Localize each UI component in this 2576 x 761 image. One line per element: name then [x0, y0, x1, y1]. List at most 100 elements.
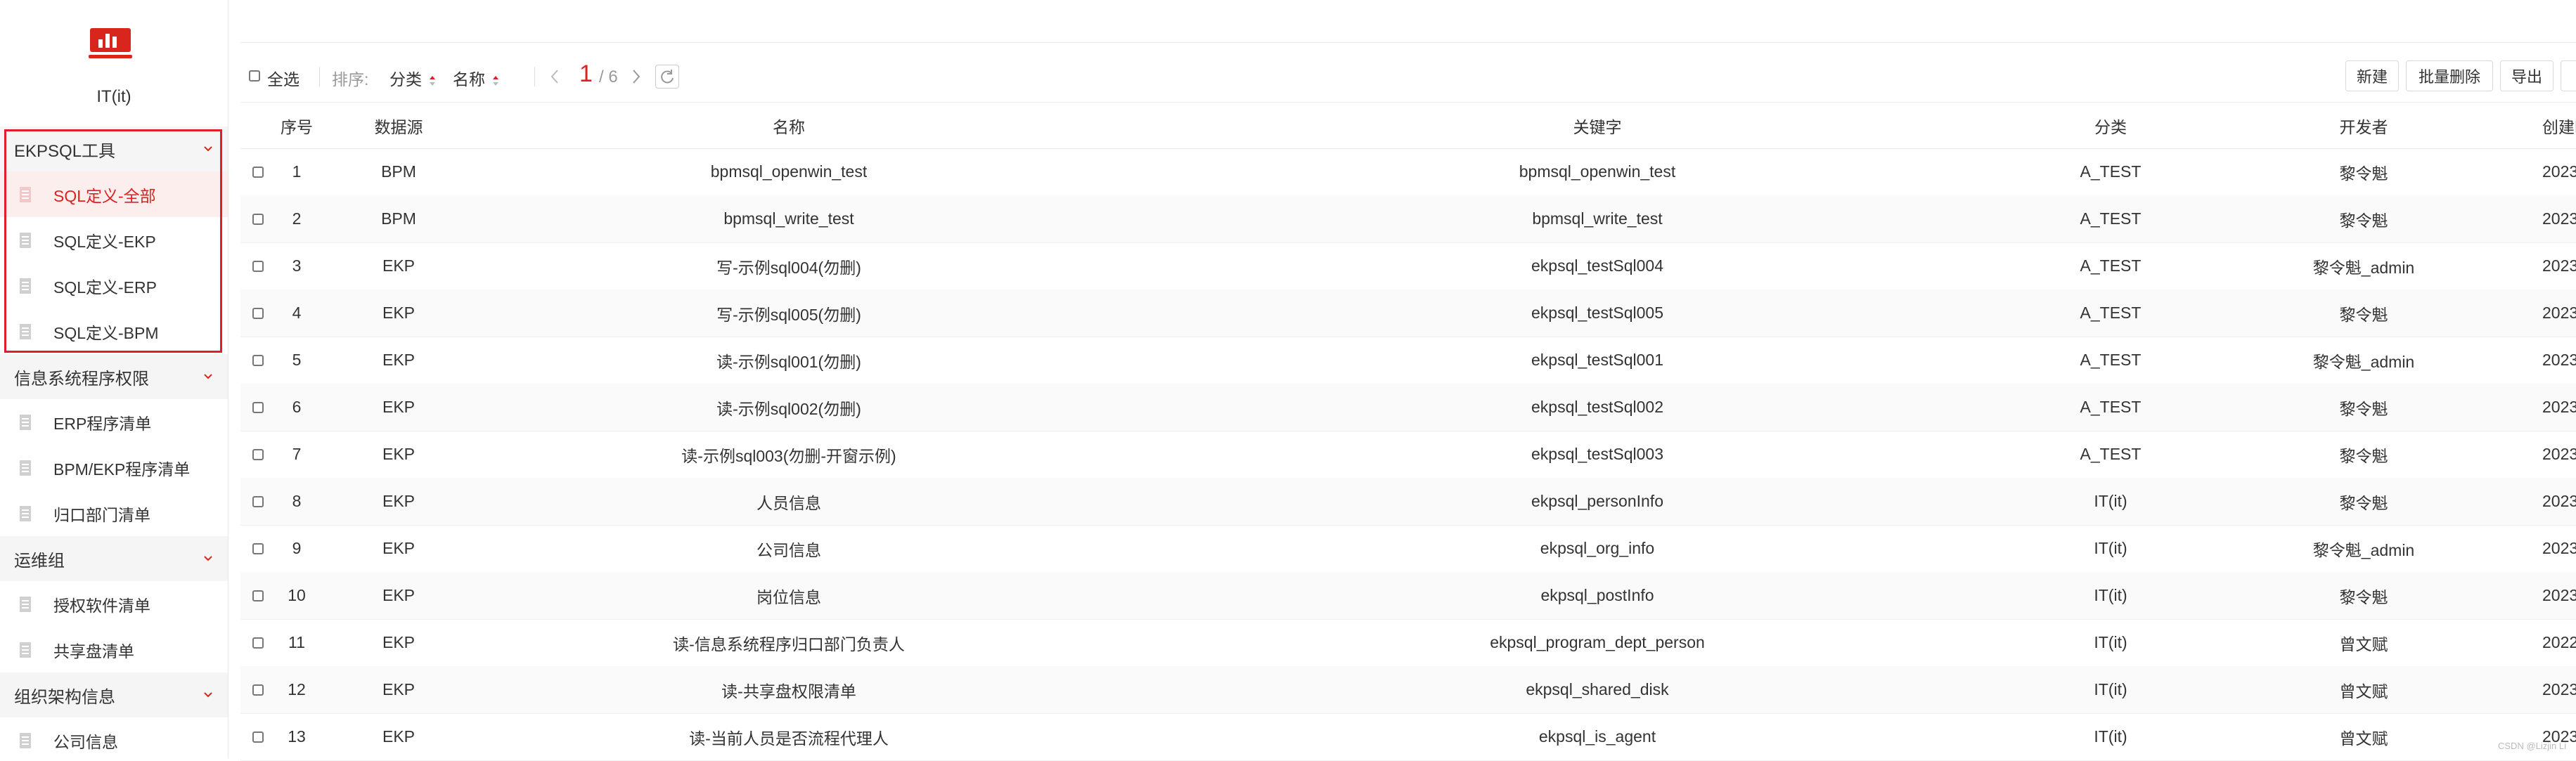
sidebar-item-sql-ekp[interactable]: SQL定义-EKP	[0, 217, 228, 263]
document-icon	[20, 505, 31, 521]
row-checkbox[interactable]	[252, 684, 264, 696]
col-header-name: 名称	[773, 117, 805, 136]
row-checkbox[interactable]	[252, 542, 264, 554]
table-row[interactable]: 12 EKP 读-共享盘权限清单 ekpsql_shared_disk IT(it) 曾文…	[240, 666, 2576, 714]
cell-developer: 黎令魁_admin	[2312, 258, 2415, 277]
export-button[interactable]: 导出	[2500, 60, 2554, 91]
cell-source: EKP	[382, 633, 416, 651]
row-checkbox-cell	[247, 384, 269, 431]
sidebar-item-dept-list[interactable]: 归口部门清单	[0, 490, 228, 536]
sidebar-item-sql-erp[interactable]: SQL定义-ERP	[0, 263, 228, 308]
row-checkbox[interactable]	[252, 401, 264, 413]
sort-by-category[interactable]: 分类	[389, 66, 436, 90]
row-checkbox[interactable]	[252, 731, 264, 743]
sidebar-group-org[interactable]: 组织架构信息	[0, 672, 228, 717]
cell-keyword: bpmsql_openwin_test	[1519, 162, 1676, 181]
table-row[interactable]: 2 BPM bpmsql_write_test bpmsql_write_test A_…	[240, 195, 2576, 243]
table-row[interactable]: 8EKP人员信息ekpsql_personInfoIT(it)黎令魁2023-0…	[240, 478, 2576, 526]
sidebar-item-company-info[interactable]: 公司信息	[0, 717, 228, 758]
row-checkbox[interactable]	[252, 448, 264, 460]
row-checkbox[interactable]	[252, 590, 264, 601]
chevron-right-icon[interactable]	[631, 69, 641, 84]
cell-source: EKP	[382, 680, 416, 698]
sidebar-group-program-permission[interactable]: 信息系统程序权限	[0, 354, 228, 399]
sidebar-item-label: 授权软件清单	[53, 596, 150, 615]
sidebar-item-sql-bpm[interactable]: SQL定义-BPM	[0, 308, 228, 354]
sidebar-item-sql-all[interactable]: SQL定义-全部	[0, 171, 228, 217]
sidebar-group-title: 信息系统程序权限	[14, 369, 149, 389]
cell-source: EKP	[382, 445, 416, 463]
sidebar-group-title: EKPSQL工具	[14, 141, 116, 161]
table-row[interactable]: 7 EKP 读-示例sql003(勿删-开窗示例) ekpsql_testSql003…	[240, 431, 2576, 479]
sidebar-item-licensed-software[interactable]: 授权软件清单	[0, 581, 228, 627]
cell-created: 2023-03-16 08:38	[2542, 398, 2576, 416]
col-header-developer: 开发者	[2339, 117, 2388, 136]
row-checkbox[interactable]	[252, 637, 264, 649]
row-checkbox-cell	[247, 666, 269, 713]
sort-arrows-icon	[430, 75, 436, 86]
row-checkbox[interactable]	[252, 213, 264, 225]
table-row[interactable]: 13 EKP 读-当前人员是否流程代理人 ekpsql_is_agent IT(it) 曾…	[240, 713, 2576, 761]
batch-delete-button[interactable]: 批量删除	[2406, 60, 2493, 91]
row-checkbox[interactable]	[252, 495, 264, 507]
cell-developer: 黎令魁	[2339, 164, 2388, 183]
cell-source: EKP	[382, 586, 416, 604]
chevron-down-icon	[204, 374, 212, 379]
cell-created: 2023-03-19 13:56	[2542, 162, 2576, 181]
row-checkbox-cell	[247, 713, 269, 760]
sidebar-group-ekpsql[interactable]: EKPSQL工具	[0, 126, 228, 171]
cell-keyword: ekpsql_org_info	[1540, 539, 1655, 557]
sidebar-item-bpm-ekp-programs[interactable]: BPM/EKP程序清单	[0, 445, 228, 490]
cell-source: EKP	[382, 304, 416, 322]
list-toolbar: 全选 排序: 分类 名称 1 / 6 新建 批量删除 导出	[240, 55, 2576, 98]
sort-category-label: 分类	[389, 70, 422, 89]
cell-developer: 黎令魁_admin	[2312, 352, 2415, 371]
row-checkbox-cell	[247, 431, 269, 478]
sidebar-group-ops[interactable]: 运维组	[0, 536, 228, 581]
table-row[interactable]: 9 EKP 公司信息 ekpsql_org_info IT(it) 黎令魁_admin 20…	[240, 525, 2576, 573]
cell-name: 读-示例sql002(勿删)	[716, 399, 861, 418]
new-button[interactable]: 新建	[2345, 60, 2399, 91]
sort-by-name[interactable]: 名称	[453, 66, 499, 90]
cell-created: 2023-03-16 08:40	[2542, 256, 2576, 275]
cell-no: 3	[292, 256, 302, 275]
select-all-checkbox[interactable]	[249, 70, 260, 82]
sidebar-item-shared-disk[interactable]: 共享盘清单	[0, 627, 228, 672]
refresh-icon	[661, 70, 674, 84]
cell-keyword: ekpsql_is_agent	[1538, 727, 1656, 746]
cell-name: 写-示例sql005(勿删)	[716, 305, 861, 324]
cell-developer: 曾文赋	[2339, 729, 2388, 748]
cell-created: 2023-03-16 09:53	[2542, 445, 2576, 463]
table-row[interactable]: 1 BPM bpmsql_openwin_test bpmsql_openwin_te…	[240, 148, 2576, 196]
top-bar	[240, 0, 2576, 43]
table-row[interactable]: 4 EKP 写-示例sql005(勿删) ekpsql_testSql005 A_TES…	[240, 290, 2576, 337]
cell-created: 2023-02-16 09:54	[2542, 680, 2576, 698]
sort-arrows-icon	[493, 75, 499, 86]
cell-no: 8	[292, 492, 302, 510]
table-row[interactable]: 3 EKP 写-示例sql004(勿删) ekpsql_testSql004 A_TES…	[240, 242, 2576, 290]
row-checkbox[interactable]	[252, 166, 264, 178]
sidebar-item-erp-programs[interactable]: ERP程序清单	[0, 399, 228, 445]
table-row[interactable]: 5 EKP 读-示例sql001(勿删) ekpsql_testSql001 A_TES…	[240, 337, 2576, 384]
more-button[interactable]	[2561, 60, 2576, 91]
row-checkbox[interactable]	[252, 354, 264, 366]
table-row[interactable]: 6 EKP 读-示例sql002(勿删) ekpsql_testSql002 A_TES…	[240, 384, 2576, 431]
cell-source: BPM	[381, 209, 416, 228]
chevron-left-icon[interactable]	[550, 69, 560, 84]
cell-created: 2023-03-16 08:41	[2542, 304, 2576, 322]
cell-name: 公司信息	[756, 540, 821, 559]
sidebar-item-label: SQL定义-EKP	[53, 232, 156, 251]
col-header-created: 创建时间	[2542, 117, 2576, 136]
cell-developer: 曾文赋	[2339, 635, 2388, 653]
col-header-source: 数据源	[374, 117, 423, 136]
cell-source: EKP	[382, 492, 416, 510]
main-content: 全选 排序: 分类 名称 1 / 6 新建 批量删除 导出 序号 数据源 名称 …	[240, 0, 2576, 761]
cell-developer: 黎令魁	[2339, 305, 2388, 324]
table-row[interactable]: 10EKP岗位信息ekpsql_postInfoIT(it)黎令魁2023-03…	[240, 572, 2576, 620]
table-row[interactable]: 11 EKP 读-信息系统程序归口部门负责人 ekpsql_program_dept_…	[240, 619, 2576, 667]
row-checkbox[interactable]	[252, 260, 264, 272]
row-checkbox[interactable]	[252, 307, 264, 319]
refresh-button[interactable]	[655, 65, 679, 89]
cell-keyword: ekpsql_testSql005	[1531, 304, 1663, 322]
cell-keyword: ekpsql_testSql002	[1531, 398, 1663, 416]
